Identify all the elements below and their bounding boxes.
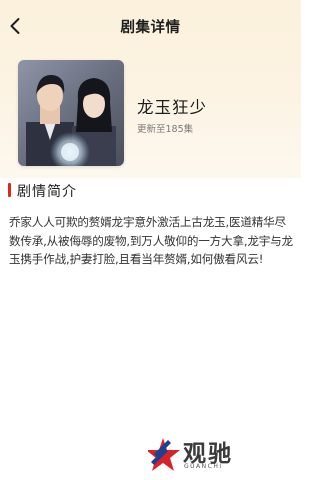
episode-update-status: 更新至185集 <box>137 124 194 135</box>
series-title: 龙玉狂少 <box>137 98 207 117</box>
series-cover-image[interactable] <box>18 60 124 166</box>
top-bar: 剧集详情 <box>0 0 301 52</box>
page-title: 剧集详情 <box>120 20 181 36</box>
section-accent-bar <box>8 183 11 197</box>
watermark-subtitle: GUANCHI <box>184 463 223 470</box>
synopsis-heading: 剧情简介 <box>17 184 77 200</box>
drama-detail-page: 剧集详情 龙玉狂少 更新至185集 剧情简介 乔家人人可欺的赘婿龙宇意外激活上古… <box>0 0 301 480</box>
star-logo-icon <box>148 438 180 471</box>
watermark-logo: 观驰 GUANCHI <box>148 436 260 476</box>
synopsis-text: 乔家人人可欺的赘婿龙宇意外激活上古龙玉,医道精华尽数传承,从被侮辱的废物,到万人… <box>9 215 293 266</box>
synopsis-section-header: 剧情简介 <box>0 178 301 202</box>
